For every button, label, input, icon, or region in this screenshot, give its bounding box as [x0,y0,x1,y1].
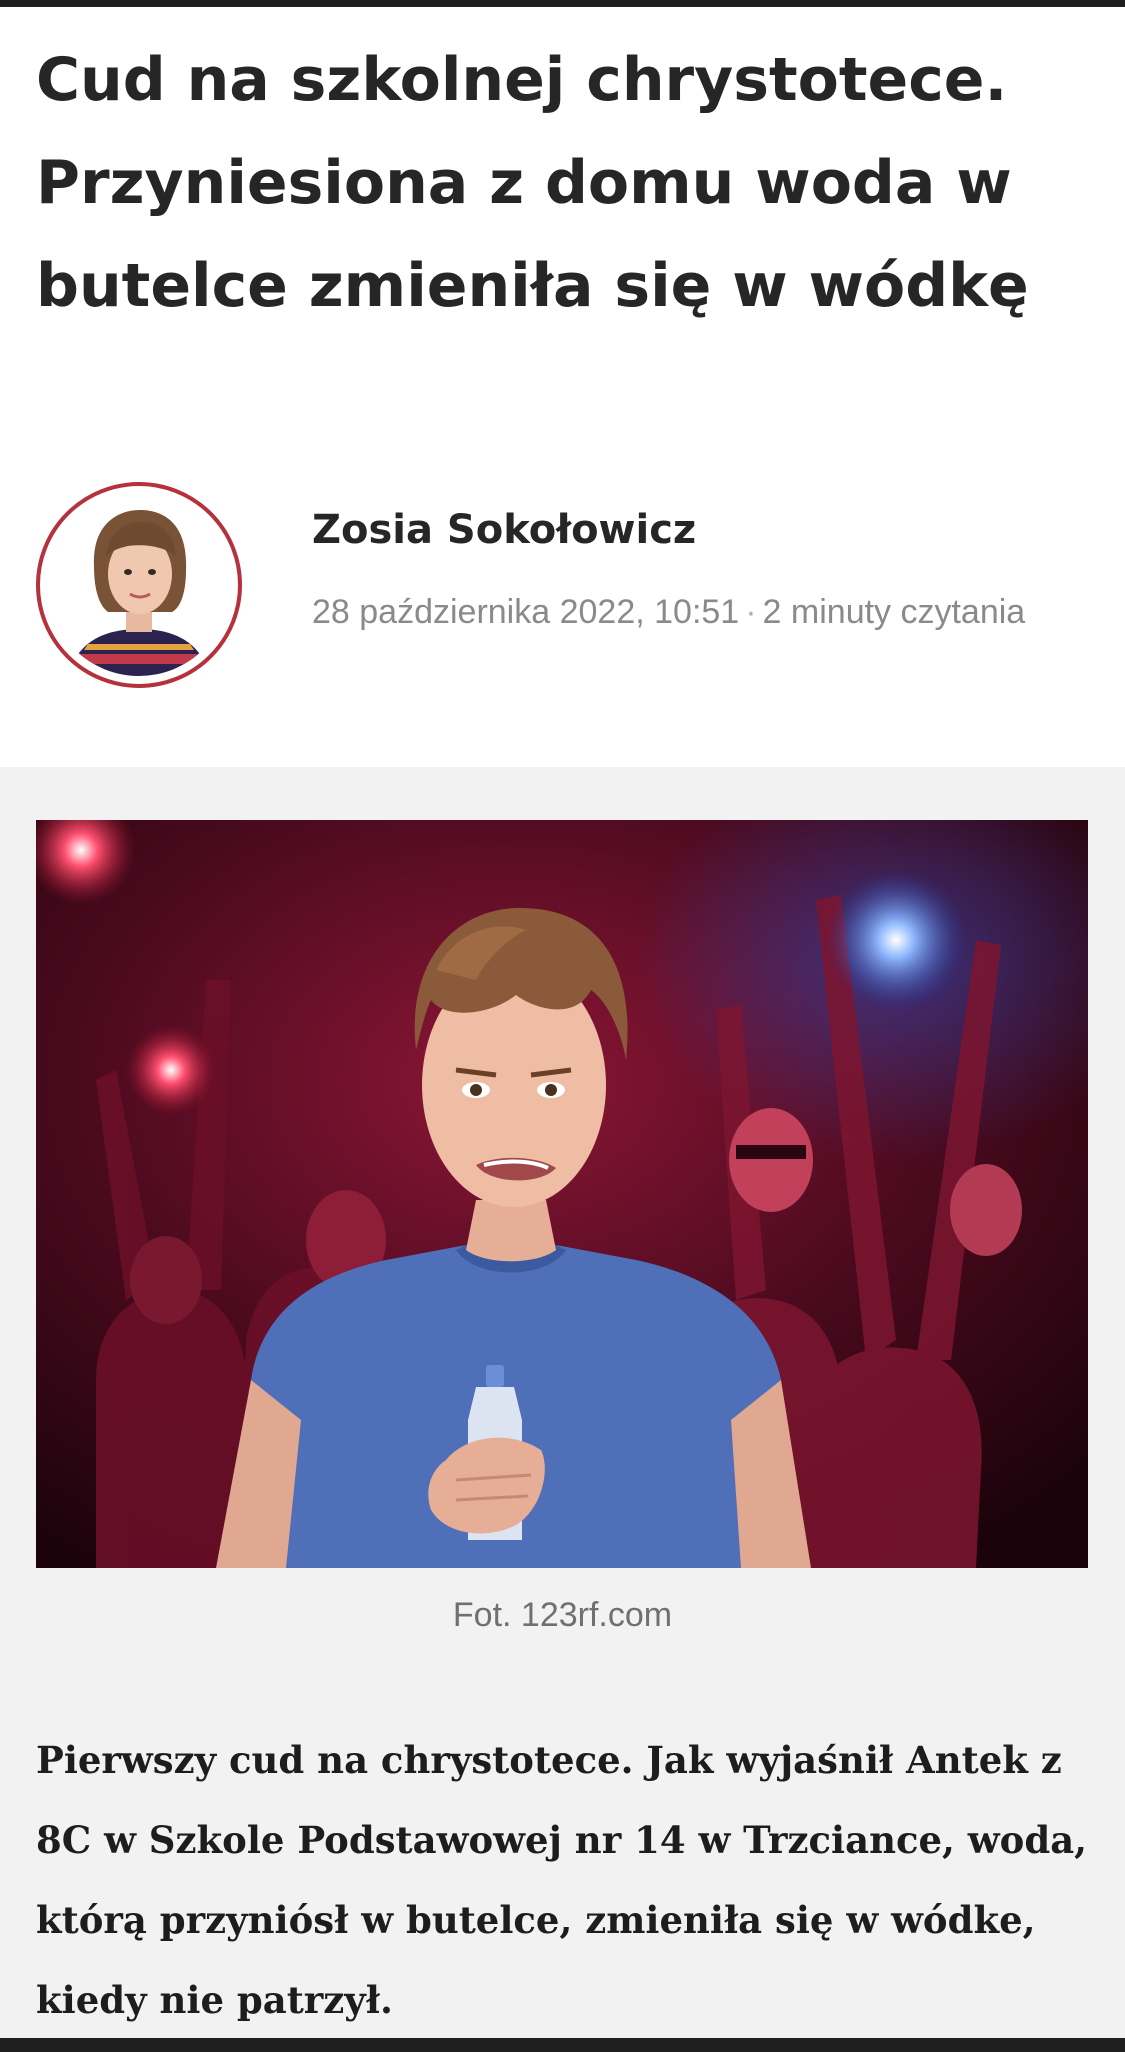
author-avatar[interactable] [36,482,242,688]
author-name[interactable]: Zosia Sokołowicz [312,507,696,553]
article-hero-image [36,820,1088,1568]
image-caption: Fot. 123rf.com [452,1596,673,1634]
article-meta: 28 października 2022, 10:51 · 2 minuty czy… [312,585,1102,639]
top-status-strip [0,0,1125,7]
publish-date: 28 października 2022, 10:51 [312,593,740,631]
bottom-strip [0,2038,1125,2052]
meta-separator: · [745,593,757,631]
article-title: Cud na szkolnej chrystotece. Przyniesion… [36,45,1029,321]
author-portrait-icon [48,494,230,676]
article-header: Cud na szkolnej chrystotece. Przyniesion… [0,7,1125,767]
article-body-text: Pierwszy cud na chrystotece. Jak wyjaśni… [36,1738,1088,2022]
reading-time: 2 minuty czytania [762,593,1026,631]
party-photo-icon [36,820,1088,1568]
